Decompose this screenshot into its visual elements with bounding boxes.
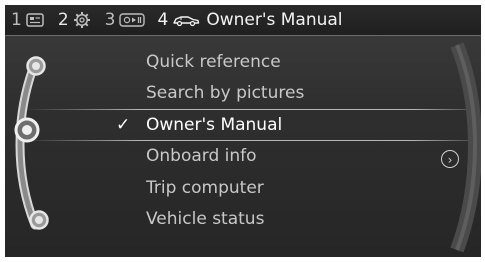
tab-3-number: 3 xyxy=(104,10,116,30)
car-icon xyxy=(172,12,200,28)
screen-list-icon xyxy=(26,12,44,28)
gear-icon xyxy=(73,11,91,29)
menu-item-label: Vehicle status xyxy=(146,209,265,230)
menu-item-vehicle-status[interactable]: Vehicle status xyxy=(5,204,481,236)
menu-item-label: Onboard info xyxy=(146,146,257,167)
right-arc xyxy=(450,42,481,253)
page-title: Owner's Manual xyxy=(206,10,343,30)
menu-item-owners-manual[interactable]: ✓ Owner's Manual xyxy=(5,109,481,141)
tab-4-number: 4 xyxy=(157,10,169,30)
menu-item-search-by-pictures[interactable]: Search by pictures xyxy=(5,78,481,110)
menu-item-label: Trip computer xyxy=(146,177,264,198)
menu-item-label: Quick reference xyxy=(146,51,281,72)
tab-4[interactable]: 4 Owner's Manual xyxy=(157,5,342,35)
main-menu: Quick reference Search by pictures ✓ Own… xyxy=(5,46,481,235)
menu-item-onboard-info[interactable]: Onboard info xyxy=(5,141,481,173)
tab-bar: 1 2 3 4 Owner's Manual xyxy=(5,5,481,36)
menu-item-trip-computer[interactable]: Trip computer xyxy=(5,172,481,204)
tab-1-number: 1 xyxy=(11,10,22,30)
menu-item-label: Owner's Manual xyxy=(146,114,283,135)
tab-2-number: 2 xyxy=(57,10,69,30)
tab-1[interactable]: 1 xyxy=(11,5,44,35)
tab-3[interactable]: 3 xyxy=(105,5,146,35)
media-icon xyxy=(119,12,146,28)
idrive-screen: 1 2 3 4 Owner's Manual Quick reference S… xyxy=(5,5,481,257)
menu-item-quick-reference[interactable]: Quick reference xyxy=(5,46,481,78)
menu-item-label: Search by pictures xyxy=(146,83,305,104)
more-arrow-icon[interactable]: › xyxy=(441,150,459,168)
checkmark-icon: ✓ xyxy=(116,115,131,135)
tab-2[interactable]: 2 xyxy=(58,5,91,35)
